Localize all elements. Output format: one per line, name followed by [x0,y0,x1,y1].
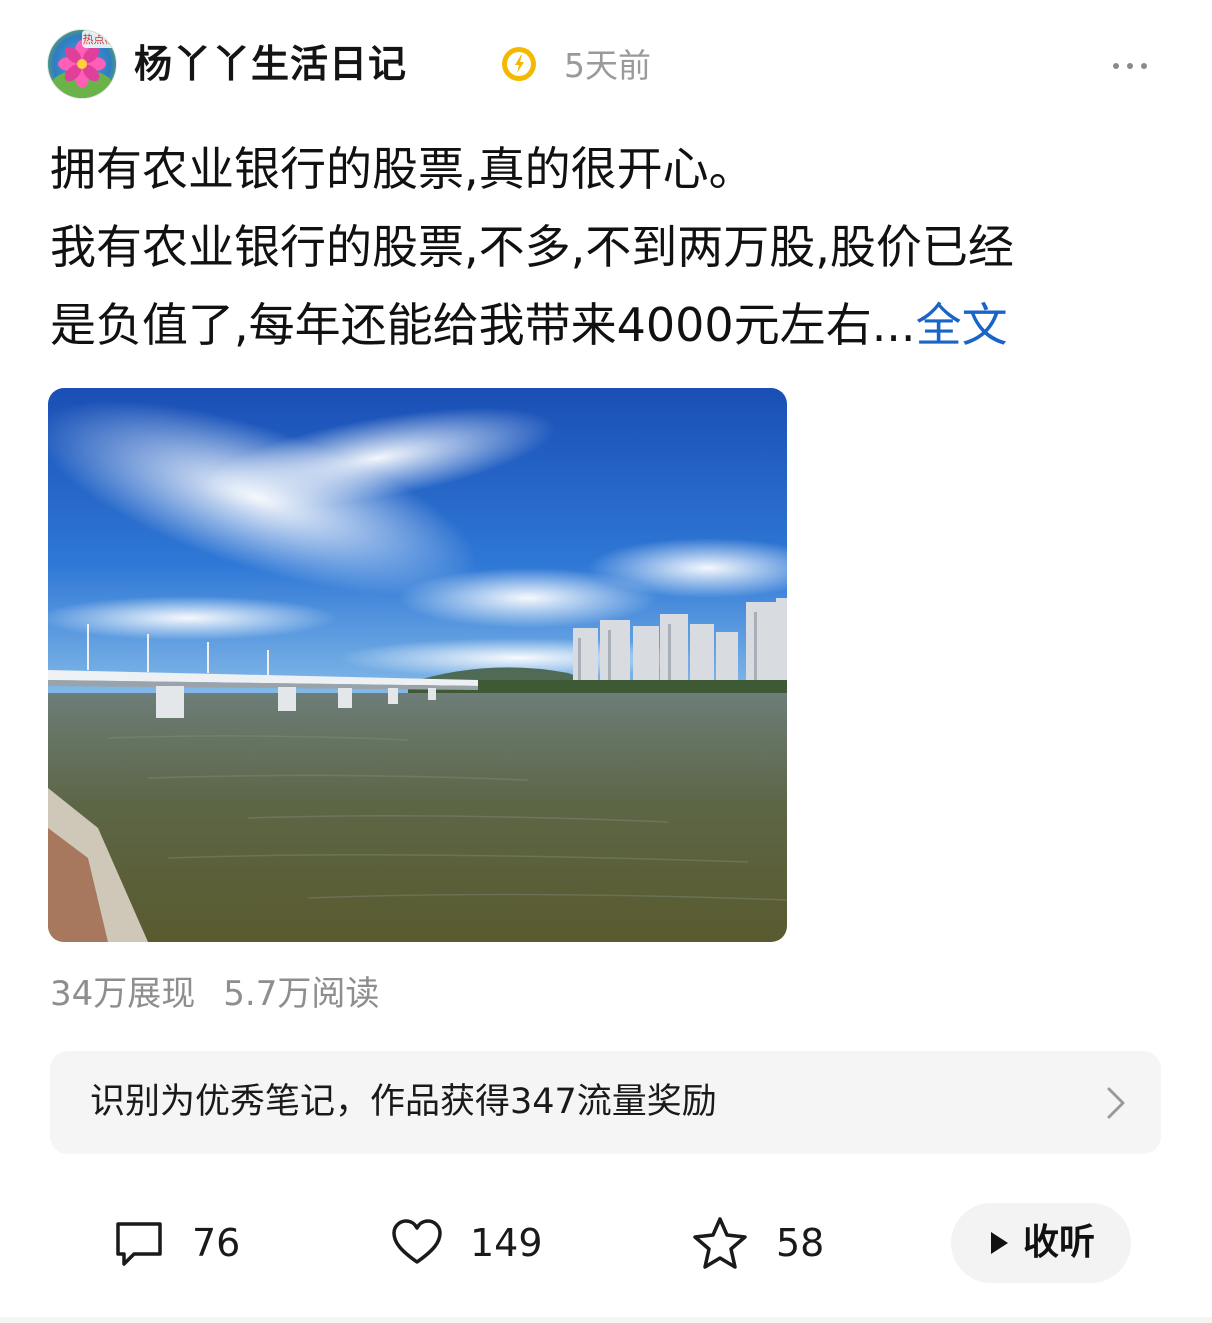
favorite-button[interactable]: 58 [690,1216,824,1270]
reward-banner[interactable]: 识别为优秀笔记，作品获得347流量奖励 [50,1051,1161,1154]
action-bar: 76 149 58 收听 [0,1200,1212,1286]
post-header: 热点榜 杨丫丫生活日记 5天前 [48,30,1158,102]
bottom-divider [0,1317,1212,1323]
star-icon [693,1217,747,1269]
avatar-flower-image: 热点榜 [48,30,116,98]
author-avatar[interactable]: 热点榜 [48,30,116,98]
reads-count: 5.7万阅读 [223,974,380,1014]
listen-label: 收听 [1022,1222,1095,1263]
listen-button[interactable]: 收听 [951,1203,1131,1283]
river-bridge-photo [48,388,787,942]
post-time: 5天前 [564,46,651,85]
heart-icon [392,1219,442,1264]
comment-icon [116,1222,162,1266]
post-line: 我有农业银行的股票,不多,不到两万股,股价已经 [50,220,1014,274]
verified-badge-icon [502,47,536,81]
more-dot-icon [1141,63,1147,69]
more-dot-icon [1113,63,1119,69]
play-icon [990,1232,1008,1254]
post-stats: 34万展现 5.7万阅读 [50,970,379,1018]
post-line-last: 是负值了,每年还能给我带来4000元左右...全文 [50,286,1170,364]
like-count: 149 [470,1221,543,1265]
favorite-count: 58 [776,1221,825,1265]
full-text-link[interactable]: 全文 [916,298,1008,352]
more-dot-icon [1127,63,1133,69]
avatar-badge-text: 热点榜 [83,32,116,46]
reward-text: 识别为优秀笔记，作品获得347流量奖励 [90,1082,717,1122]
impressions-count: 34万展现 [50,974,196,1014]
author-name[interactable]: 杨丫丫生活日记 [134,38,407,90]
post-photo[interactable] [48,388,787,942]
more-options-button[interactable] [1102,48,1158,84]
comment-button[interactable]: 76 [112,1216,240,1270]
comment-count: 76 [192,1221,241,1265]
post-line: 拥有农业银行的股票,真的很开心。 [50,142,755,196]
like-button[interactable]: 149 [390,1216,543,1270]
chevron-right-icon [1107,1087,1125,1119]
post-line-text: 是负值了,每年还能给我带来4000元左右... [50,298,916,352]
post-body[interactable]: 拥有农业银行的股票,真的很开心。 我有农业银行的股票,不多,不到两万股,股价已经… [50,130,1170,364]
